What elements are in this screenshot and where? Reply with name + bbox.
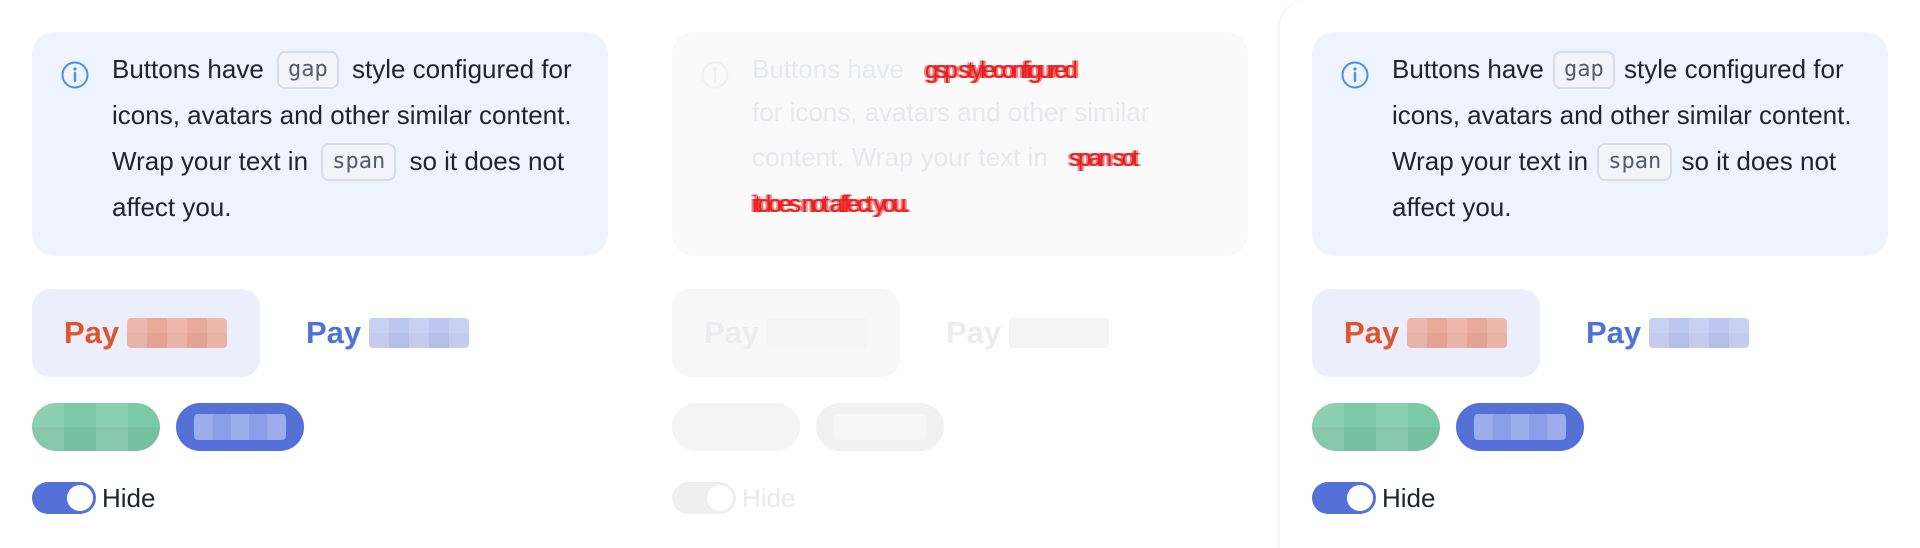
pay-label: Pay — [1586, 315, 1642, 350]
pay-label: Pay — [64, 315, 120, 350]
info-text-part: content. Wrap your text in — [752, 142, 1048, 172]
info-text: Buttons have gsp styleconfigured for ico… — [752, 46, 1222, 226]
info-text-part: Buttons have — [752, 54, 904, 84]
amount-placeholder — [1407, 318, 1508, 348]
pill-button-blue[interactable] — [1456, 403, 1584, 451]
pay-button-plain[interactable]: Pay — [1554, 289, 1764, 377]
ghost-text: itdoes not affect you. — [752, 191, 910, 218]
info-callout: Buttons have gap style configured for ic… — [1312, 32, 1888, 256]
info-circle-icon — [1341, 61, 1369, 89]
demo-panel-left: Buttons have gap style configured for ic… — [0, 0, 640, 548]
ghost-text: gsp styleconfigured — [925, 57, 1078, 84]
info-text: Buttons have gap style configured for ic… — [1392, 46, 1872, 230]
amount-placeholder — [369, 318, 470, 348]
amount-placeholder — [1649, 318, 1750, 348]
pill-content-placeholder — [194, 414, 286, 440]
amount-placeholder — [1009, 318, 1110, 348]
info-text: Buttons have gap style configured for ic… — [112, 46, 582, 230]
toggle-knob — [67, 485, 93, 511]
code-span: span — [321, 143, 397, 181]
info-callout: Buttons have gsp styleconfigured for ico… — [672, 32, 1248, 256]
pay-button-primary[interactable]: Pay — [32, 289, 260, 377]
info-line: Buttons have gsp styleconfigured — [752, 46, 1222, 92]
info-line: for icons, avatars and other similar — [752, 92, 1222, 134]
pay-label: Pay — [1344, 315, 1400, 350]
amount-placeholder — [127, 318, 228, 348]
pill-button-green[interactable] — [1312, 403, 1440, 451]
demo-panel-middle: Buttons have gsp styleconfigured for ico… — [640, 0, 1280, 548]
pay-button-plain[interactable]: Pay — [914, 289, 1124, 377]
info-text-part: for icons, avatars and other similar — [752, 97, 1150, 127]
ghost-text: span sot — [1069, 145, 1139, 172]
pay-label: Pay — [946, 315, 1002, 350]
hide-toggle-label: Hide — [1382, 483, 1436, 513]
pay-button-plain[interactable]: Pay — [274, 289, 484, 377]
pill-button-blue[interactable] — [816, 403, 944, 451]
info-line: itdoes not affect you. — [752, 180, 1222, 226]
toggle-knob — [1347, 485, 1373, 511]
pill-content-placeholder — [834, 414, 926, 440]
pay-button-primary[interactable]: Pay — [1312, 289, 1540, 377]
hide-toggle[interactable] — [32, 482, 96, 514]
info-circle-icon — [61, 61, 89, 89]
pill-button-green[interactable] — [672, 403, 800, 451]
hide-toggle-label: Hide — [102, 483, 156, 513]
pill-content-placeholder — [1474, 414, 1566, 440]
amount-placeholder — [767, 318, 868, 348]
pay-label: Pay — [704, 315, 760, 350]
code-span: span — [1597, 143, 1673, 181]
info-text-part: Buttons have — [1392, 54, 1551, 84]
code-gap: gap — [1553, 51, 1615, 89]
info-line: content. Wrap your text in span sot — [752, 134, 1222, 180]
pill-button-blue[interactable] — [176, 403, 304, 451]
info-text-part: Buttons have — [112, 54, 271, 84]
pill-button-green[interactable] — [32, 403, 160, 451]
pay-button-primary[interactable]: Pay — [672, 289, 900, 377]
demo-panel-right: Buttons have gap style configured for ic… — [1280, 0, 1920, 548]
code-gap: gap — [277, 51, 339, 89]
hide-toggle[interactable] — [1312, 482, 1376, 514]
hide-toggle-label: Hide — [742, 483, 796, 513]
demo-row: Buttons have gap style configured for ic… — [0, 0, 1920, 548]
info-callout: Buttons have gap style configured for ic… — [32, 32, 608, 256]
info-circle-icon — [701, 61, 729, 89]
pay-label: Pay — [306, 315, 362, 350]
hide-toggle[interactable] — [672, 482, 736, 514]
toggle-knob — [707, 485, 733, 511]
